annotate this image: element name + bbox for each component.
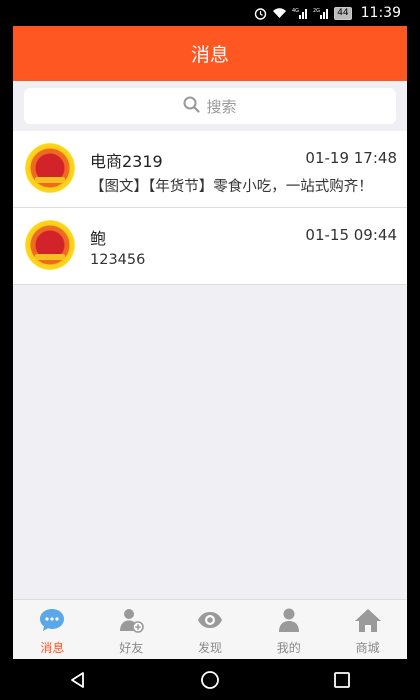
tab-profile[interactable]: 我的 [249,600,328,660]
tab-friends[interactable]: 好友 [92,600,171,660]
message-preview: 123456 [90,252,146,268]
signal-icon: 4G [292,7,308,19]
message-time: 01-19 17:48 [305,149,397,167]
back-icon[interactable] [69,671,87,689]
message-item[interactable]: 鲍 01-15 09:44 123456 [13,208,407,285]
app-header: 消息 [13,26,407,81]
app-screen: 4G 2G 44 11:39 消息 搜索 电商2319 01-19 17:48 … [13,0,407,700]
tab-label: 商城 [355,641,380,655]
chat-bubble-icon [38,606,66,634]
recent-apps-icon[interactable] [333,671,351,689]
avatar-banner [35,254,65,260]
tab-label: 好友 [119,641,144,655]
home-button-icon[interactable] [200,670,220,690]
avatar-banner [35,177,65,183]
person-icon [275,606,303,634]
message-list: 电商2319 01-19 17:48 【图文】【年货节】零食小吃，一站式购齐！ … [13,131,407,285]
signal-icon-2: 2G [313,7,329,19]
tab-label: 我的 [276,641,301,655]
search-area: 搜索 [13,81,407,131]
system-nav-bar [13,659,407,700]
search-input[interactable]: 搜索 [24,88,396,124]
svg-text:4G: 4G [292,8,299,14]
message-item[interactable]: 电商2319 01-19 17:48 【图文】【年货节】零食小吃，一站式购齐！ [13,131,407,208]
bottom-tab-bar: 消息 好友 发现 我的 商城 [13,599,407,660]
alarm-icon [254,7,267,20]
tab-label: 发现 [197,641,222,655]
tab-shop[interactable]: 商城 [328,600,407,660]
tab-discover[interactable]: 发现 [171,600,250,660]
message-preview: 【图文】【年货节】零食小吃，一站式购齐！ [90,179,373,195]
status-bar: 4G 2G 44 11:39 [13,0,407,26]
avatar [25,220,75,270]
wifi-icon [272,7,287,19]
battery-indicator: 44 [334,6,352,20]
tab-label: 消息 [40,641,65,655]
search-icon [183,96,201,117]
add-friend-icon [117,606,145,634]
svg-text:2G: 2G [313,8,320,14]
eye-icon [196,606,224,634]
status-icons: 4G 2G 44 11:39 [254,0,401,26]
message-time: 01-15 09:44 [305,226,397,244]
message-sender: 鲍 [90,229,107,248]
search-placeholder: 搜索 [206,97,237,116]
avatar [25,143,75,193]
status-time: 11:39 [360,5,401,21]
tab-messages[interactable]: 消息 [13,600,92,660]
page-title: 消息 [190,44,229,66]
home-icon [354,606,382,634]
message-sender: 电商2319 [90,152,163,171]
